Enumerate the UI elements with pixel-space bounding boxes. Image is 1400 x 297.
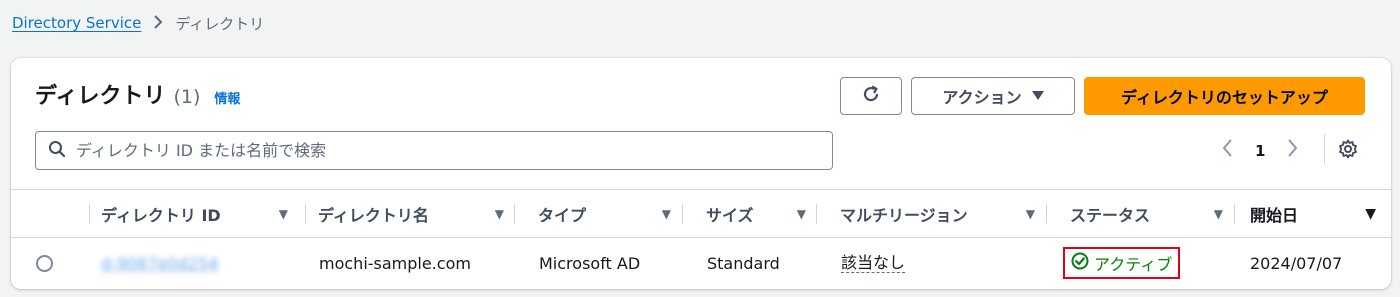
check-circle-icon <box>1071 252 1089 274</box>
refresh-button[interactable] <box>840 77 902 115</box>
column-divider <box>816 204 817 224</box>
sort-icon[interactable]: ▼ <box>279 207 288 221</box>
directories-panel: ディレクトリ (1) 情報 アクション ディレクトリのセットアップ ディレクトリ… <box>11 58 1391 289</box>
column-header-size[interactable]: サイズ ▼ <box>706 190 816 237</box>
search-input[interactable] <box>76 141 832 160</box>
column-header-type[interactable]: タイプ ▼ <box>538 190 681 237</box>
cell-launch-date: 2024/07/07 <box>1250 253 1343 273</box>
setup-directory-button[interactable]: ディレクトリのセットアップ <box>1084 77 1365 115</box>
cell-size: Standard <box>707 253 780 273</box>
status-text: アクティブ <box>1094 255 1173 274</box>
column-divider <box>1046 204 1047 224</box>
actions-dropdown-button[interactable]: アクション <box>911 77 1075 115</box>
column-divider <box>1234 204 1235 224</box>
column-header-directory-id[interactable]: ディレクトリ ID ▼ <box>101 190 298 237</box>
column-divider <box>514 204 515 224</box>
cell-directory-id: d-9067e0d254 <box>101 238 218 288</box>
next-page-icon[interactable] <box>1287 138 1299 164</box>
sort-icon[interactable]: ▼ <box>797 207 806 221</box>
cell-status: アクティブ <box>1063 238 1181 288</box>
divider <box>1324 134 1325 164</box>
gear-icon[interactable] <box>1338 139 1358 163</box>
pagination: 1 <box>1221 138 1299 164</box>
info-link[interactable]: 情報 <box>214 88 240 107</box>
table-row[interactable]: d-9067e0d254 mochi-sample.com Microsoft … <box>11 238 1391 288</box>
table-header: ディレクトリ ID ▼ ディレクトリ名 ▼ タイプ ▼ サイズ ▼ マルチリージ… <box>11 189 1391 238</box>
previous-page-icon[interactable] <box>1221 138 1233 164</box>
directory-id-link[interactable]: d-9067e0d254 <box>101 254 218 273</box>
sort-icon[interactable]: ▼ <box>1026 207 1035 221</box>
column-divider <box>682 204 683 224</box>
column-header-directory-name[interactable]: ディレクトリ名 ▼ <box>318 190 514 237</box>
row-select-radio[interactable] <box>36 255 53 272</box>
multi-region-value[interactable]: 該当なし <box>841 253 906 274</box>
directories-table: ディレクトリ ID ▼ ディレクトリ名 ▼ タイプ ▼ サイズ ▼ マルチリージ… <box>11 189 1391 288</box>
caret-down-icon <box>1031 87 1044 105</box>
breadcrumb-current: ディレクトリ <box>175 14 265 33</box>
search-icon <box>48 140 66 162</box>
chevron-right-icon <box>153 14 163 33</box>
sort-icon[interactable]: ▼ <box>662 207 671 221</box>
column-divider <box>89 204 90 224</box>
sort-icon[interactable]: ▼ <box>495 207 504 221</box>
item-count: (1) <box>173 86 201 108</box>
status-badge: アクティブ <box>1063 247 1181 279</box>
breadcrumb-link-directory-service[interactable]: Directory Service <box>12 14 141 32</box>
search-field[interactable] <box>35 131 833 170</box>
column-divider <box>305 204 306 224</box>
breadcrumb: Directory Service ディレクトリ <box>12 10 264 36</box>
refresh-icon <box>861 84 881 109</box>
sort-descending-icon[interactable]: ▼ <box>1365 206 1376 222</box>
actions-label: アクション <box>942 90 1022 107</box>
page-title: ディレクトリ <box>35 84 166 109</box>
cell-type: Microsoft AD <box>539 253 641 273</box>
cell-multi-region: 該当なし <box>841 238 906 288</box>
column-header-multi-region[interactable]: マルチリージョン ▼ <box>840 190 1045 237</box>
cell-directory-name: mochi-sample.com <box>319 253 471 273</box>
panel-header: ディレクトリ (1) 情報 <box>35 78 240 110</box>
column-header-status[interactable]: ステータス ▼ <box>1070 190 1233 237</box>
column-header-launch-date[interactable]: 開始日 ▼ <box>1250 190 1376 237</box>
page-number-1[interactable]: 1 <box>1255 142 1265 160</box>
sort-icon[interactable]: ▼ <box>1214 207 1223 221</box>
